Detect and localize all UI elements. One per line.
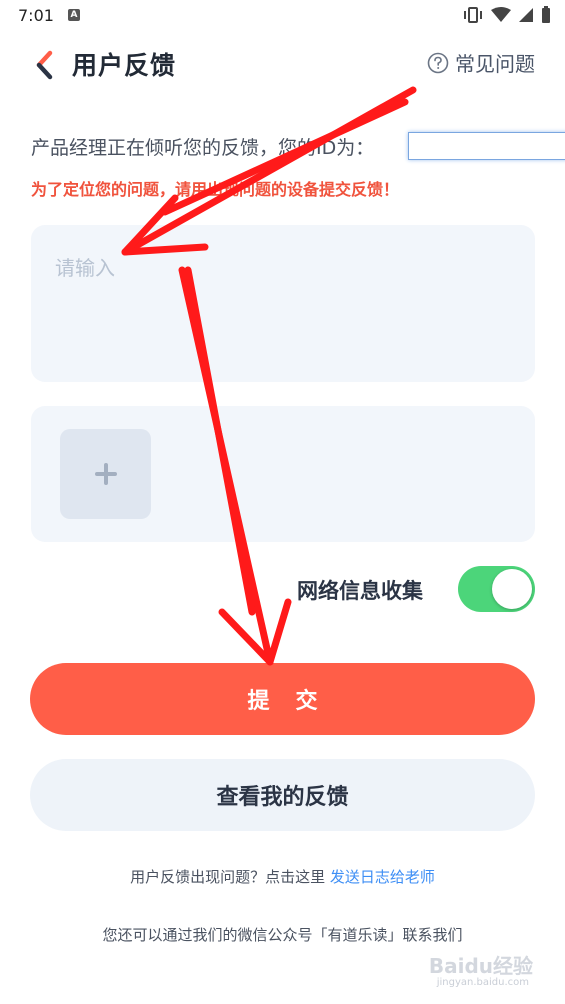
baidu-watermark-url: jingyan.baidu.com <box>436 977 529 988</box>
device-warning: 为了定位您的问题，请用出现问题的设备提交反馈！ <box>31 180 400 199</box>
wifi-icon <box>491 7 511 22</box>
plus-icon <box>94 463 117 485</box>
submit-button[interactable]: 提交 <box>30 663 535 735</box>
add-image-button[interactable] <box>60 429 151 519</box>
baidu-watermark: Baidu经验 <box>428 954 533 978</box>
listening-notice: 产品经理正在倾听您的反馈，您的ID为： <box>31 137 375 159</box>
view-my-feedback-button[interactable]: 查看我的反馈 <box>30 759 535 831</box>
vibrate-icon <box>464 7 482 23</box>
wechat-contact-text: 您还可以通过我们的微信公众号「有道乐读」联系我们 <box>102 926 463 944</box>
log-help-text: 用户反馈出现问题？点击这里 <box>130 868 326 886</box>
page-title: 用户反馈 <box>72 51 177 80</box>
send-log-link[interactable]: 发送日志给老师 <box>330 868 435 886</box>
status-time: 7:01 <box>18 6 54 25</box>
cell-signal-icon <box>519 8 533 22</box>
status-icons <box>462 6 551 24</box>
toggle-knob <box>492 569 532 609</box>
notification-icon: A <box>68 9 80 21</box>
battery-icon <box>542 6 550 23</box>
user-id-field[interactable] <box>408 132 565 160</box>
log-help-line: 用户反馈出现问题？点击这里 发送日志给老师 <box>0 866 565 887</box>
image-upload-area <box>31 406 535 542</box>
network-info-toggle[interactable] <box>458 566 535 612</box>
back-icon[interactable] <box>32 50 58 80</box>
feedback-textarea[interactable] <box>53 250 517 364</box>
feedback-container <box>31 225 535 382</box>
help-circle-icon <box>427 52 449 73</box>
faq-label: 常见问题 <box>455 52 535 76</box>
network-info-label: 网络信息收集 <box>297 579 423 603</box>
faq-button[interactable]: 常见问题 <box>427 48 535 77</box>
